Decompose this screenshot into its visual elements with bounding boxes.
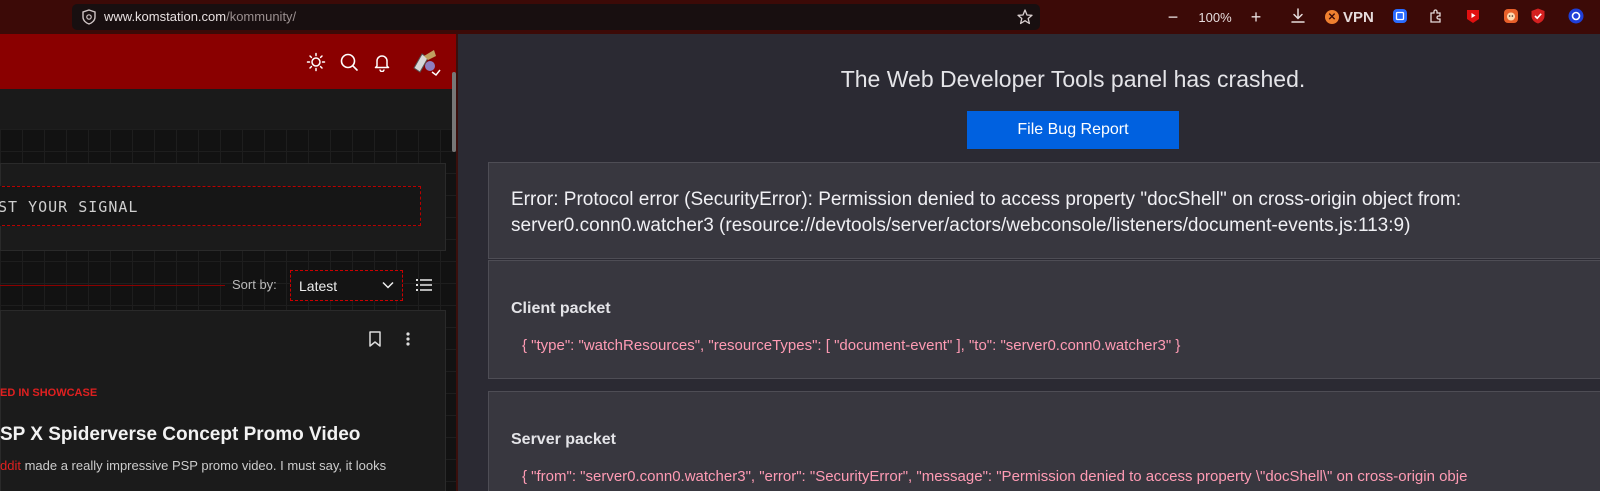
site-header: [0, 34, 456, 89]
zoom-out-button[interactable]: −: [1163, 7, 1183, 27]
vpn-status-icon: ✕: [1325, 10, 1339, 24]
browser-toolbar: www.komstation.com/kommunity/ − 100% + ✕…: [0, 0, 1600, 34]
screen: www.komstation.com/kommunity/ − 100% + ✕…: [0, 0, 1600, 491]
zoom-in-button[interactable]: +: [1246, 7, 1266, 27]
crash-title: The Web Developer Tools panel has crashe…: [840, 66, 1306, 92]
sort-label: Sort by:: [232, 277, 277, 292]
signal-placeholder: ST YOUR SIGNAL: [0, 198, 139, 216]
sort-divider: [0, 285, 225, 286]
client-packet-box: Client packet { "type": "watchResources"…: [488, 260, 1600, 379]
address-bar[interactable]: www.komstation.com/kommunity/: [72, 4, 1040, 30]
signal-input[interactable]: ST YOUR SIGNAL: [0, 186, 421, 226]
sun-theme-icon[interactable]: [306, 52, 326, 72]
error-box: Error: Protocol error (SecurityError): P…: [488, 162, 1600, 259]
shield-extension-icon[interactable]: [1529, 7, 1547, 25]
devtools-panel: The Web Developer Tools panel has crashe…: [458, 34, 1600, 491]
client-packet-label: Client packet: [511, 300, 611, 317]
vpn-button[interactable]: ✕ VPN: [1325, 7, 1375, 27]
bookmark-star-icon[interactable]: [1016, 8, 1034, 26]
client-packet-json: { "type": "watchResources", "resourceTyp…: [522, 337, 1181, 354]
featured-tag: ED IN SHOWCASE: [0, 387, 98, 399]
file-bug-report-button[interactable]: File Bug Report: [967, 111, 1179, 149]
site-subnav: [0, 89, 456, 129]
downloads-icon[interactable]: [1289, 7, 1307, 25]
web-page: ST YOUR SIGNAL Sort by: Latest ED IN SHO…: [0, 34, 456, 491]
youtube-extension-icon[interactable]: [1464, 7, 1482, 25]
notification-bell-icon[interactable]: [372, 52, 392, 72]
bookmark-icon[interactable]: [367, 330, 383, 348]
url-domain: www.komstation.com: [104, 9, 227, 24]
post-title[interactable]: SP X Spiderverse Concept Promo Video: [0, 424, 360, 446]
post-composer: ST YOUR SIGNAL: [0, 163, 446, 251]
server-packet-box: Server packet { "from": "server0.conn0.w…: [488, 391, 1600, 491]
post-excerpt: ddit made a really impressive PSP promo …: [0, 458, 386, 473]
user-avatar[interactable]: [408, 48, 442, 78]
author-link[interactable]: ddit: [0, 458, 21, 473]
list-view-icon[interactable]: [415, 276, 433, 294]
server-packet-label: Server packet: [511, 431, 616, 448]
post-excerpt-text: made a really impressive PSP promo video…: [20, 458, 387, 473]
vpn-label: VPN: [1343, 8, 1374, 26]
more-options-icon[interactable]: [400, 330, 416, 348]
translate-extension-icon[interactable]: [1391, 7, 1409, 25]
url-text[interactable]: www.komstation.com/kommunity/: [104, 9, 296, 24]
addon-face-icon[interactable]: [1502, 7, 1520, 25]
tracking-shield-icon[interactable]: [81, 9, 97, 25]
server-packet-json: { "from": "server0.conn0.watcher3", "err…: [522, 468, 1468, 485]
sort-select[interactable]: Latest: [290, 270, 403, 301]
url-path: /kommunity/: [226, 9, 297, 24]
extensions-puzzle-icon[interactable]: [1427, 7, 1445, 25]
chevron-down-icon: [382, 281, 394, 289]
sort-selected-value: Latest: [299, 278, 338, 294]
error-message: Error: Protocol error (SecurityError): P…: [511, 189, 1462, 236]
search-icon[interactable]: [339, 52, 359, 72]
zoom-level[interactable]: 100%: [1193, 7, 1237, 27]
circle-extension-icon[interactable]: [1567, 7, 1585, 25]
